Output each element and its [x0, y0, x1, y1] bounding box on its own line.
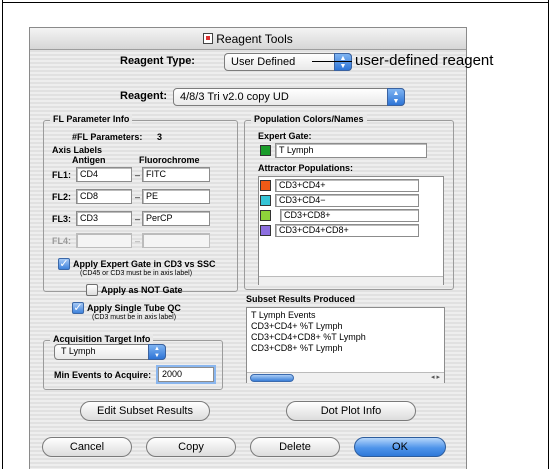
population-title: Population Colors/Names — [251, 114, 367, 124]
fl3-dash: – — [135, 214, 141, 224]
reagent-type-value: User Defined — [231, 56, 296, 68]
expert-gate-label: Apply Expert Gate in CD3 vs SSC — [73, 259, 216, 269]
delete-button[interactable]: Delete — [250, 437, 340, 457]
window-title: Reagent Tools — [30, 32, 466, 46]
fl-parameter-title: FL Parameter Info — [50, 114, 133, 124]
cancel-button[interactable]: Cancel — [42, 437, 132, 457]
ok-button[interactable]: OK — [354, 437, 446, 457]
document-icon — [203, 33, 214, 44]
antigen-column-header: Antigen — [72, 155, 106, 165]
title-bar[interactable]: Reagent Tools — [30, 28, 466, 50]
fluorochrome-column-header: Fluorochrome — [139, 155, 200, 165]
attractor-color-swatch[interactable] — [260, 225, 271, 236]
edit-subset-results-button[interactable]: Edit Subset Results — [80, 401, 210, 421]
attractor-color-swatch[interactable] — [260, 195, 271, 206]
fl4-dash: – — [135, 236, 141, 246]
list-item: CD3+CD8+ %T Lymph — [251, 343, 343, 353]
expert-gate-heading: Expert Gate: — [258, 131, 312, 141]
not-gate-checkbox[interactable] — [86, 284, 98, 296]
axis-labels-heading: Axis Labels — [52, 145, 103, 155]
fl1-antigen-field[interactable]: CD4 — [76, 167, 132, 182]
list-item: CD3+CD4+ %T Lymph — [251, 321, 343, 331]
fl2-antigen-field[interactable]: CD8 — [76, 189, 132, 204]
attractor-color-swatch[interactable] — [260, 210, 271, 221]
scroll-arrows-icon[interactable]: ◂ ▸ — [431, 373, 440, 381]
list-item: CD3+CD4+CD8+ %T Lymph — [251, 332, 366, 342]
min-events-field[interactable]: 2000 — [158, 367, 214, 382]
attractor-color-swatch[interactable] — [260, 180, 271, 191]
popup-arrows-icon: ▲ ▼ — [387, 88, 405, 106]
frame-left-border — [2, 0, 3, 469]
attractor-heading: Attractor Populations: — [258, 163, 354, 173]
fl3-antigen-field[interactable]: CD3 — [76, 211, 132, 226]
frame-top-border — [2, 2, 548, 3]
expert-gate-name-field[interactable]: T Lymph — [275, 143, 427, 158]
copy-button[interactable]: Copy — [146, 437, 236, 457]
reagent-value: 4/8/3 Tri v2.0 copy UD — [180, 91, 289, 103]
popup-arrows-icon: ▲ ▼ — [148, 344, 166, 360]
reagent-type-popup[interactable]: User Defined ▲ ▼ — [224, 53, 352, 71]
window-title-text: Reagent Tools — [216, 32, 293, 46]
fl4-label: FL4: — [52, 236, 71, 246]
fl4-antigen-field[interactable] — [76, 233, 132, 248]
popup-arrows-icon: ▲ ▼ — [334, 53, 352, 71]
attractor-name-field[interactable]: CD3+CD4+ — [275, 179, 419, 192]
fl1-fluoro-field[interactable]: FITC — [142, 167, 210, 182]
fl1-dash: – — [135, 170, 141, 180]
single-tube-qc-checkbox[interactable]: ✓ — [72, 302, 84, 314]
min-events-label: Min Events to Acquire: — [54, 370, 152, 380]
fl3-label: FL3: — [52, 214, 71, 224]
expert-gate-note: (CD45 or CD3 must be in axis label) — [80, 270, 193, 277]
fl4-fluoro-field[interactable] — [142, 233, 210, 248]
expert-gate-color-swatch[interactable] — [260, 145, 271, 156]
fl-count-label: #FL Parameters: — [72, 132, 143, 142]
attractor-list-scrollbar[interactable] — [259, 276, 443, 285]
reagent-tools-window: Reagent Tools Reagent Type: User Defined… — [29, 27, 467, 469]
list-item: T Lymph Events — [251, 310, 316, 320]
single-tube-qc-label: Apply Single Tube QC — [87, 303, 181, 313]
fl2-dash: – — [135, 192, 141, 202]
fl1-label: FL1: — [52, 170, 71, 180]
acquisition-title: Acquisition Target Info — [50, 334, 154, 344]
reagent-popup[interactable]: 4/8/3 Tri v2.0 copy UD ▲ ▼ — [173, 88, 405, 106]
frame-right-border — [548, 0, 549, 469]
subset-results-scrollbar[interactable]: ◂ ▸ — [247, 372, 444, 383]
attractor-name-field[interactable]: CD3+CD8+ — [280, 209, 419, 222]
fl2-fluoro-field[interactable]: PE — [142, 189, 210, 204]
reagent-type-label: Reagent Type: — [120, 55, 195, 67]
dot-plot-info-button[interactable]: Dot Plot Info — [286, 401, 416, 421]
subset-results-heading: Subset Results Produced — [246, 294, 356, 304]
fl-count-value: 3 — [157, 132, 163, 142]
callout-annotation: user-defined reagent — [355, 52, 494, 69]
single-tube-qc-note: (CD3 must be in axis label) — [92, 314, 177, 321]
attractor-name-field[interactable]: CD3+CD4− — [275, 194, 419, 207]
subset-results-list[interactable]: T Lymph Events CD3+CD4+ %T Lymph CD3+CD4… — [246, 307, 445, 383]
not-gate-label: Apply as NOT Gate — [101, 285, 183, 295]
fl3-fluoro-field[interactable]: PerCP — [142, 211, 210, 226]
callout-line — [312, 61, 352, 62]
attractor-name-field[interactable]: CD3+CD4+CD8+ — [275, 224, 419, 237]
subset-results-items: T Lymph Events CD3+CD4+ %T Lymph CD3+CD4… — [251, 310, 366, 354]
fl2-label: FL2: — [52, 192, 71, 202]
scrollbar-thumb[interactable] — [250, 374, 294, 382]
expert-gate-checkbox[interactable]: ✓ — [58, 258, 70, 270]
acquisition-target-value: T Lymph — [61, 346, 96, 356]
reagent-label: Reagent: — [120, 90, 168, 102]
acquisition-target-popup[interactable]: T Lymph ▲ ▼ — [54, 344, 166, 360]
